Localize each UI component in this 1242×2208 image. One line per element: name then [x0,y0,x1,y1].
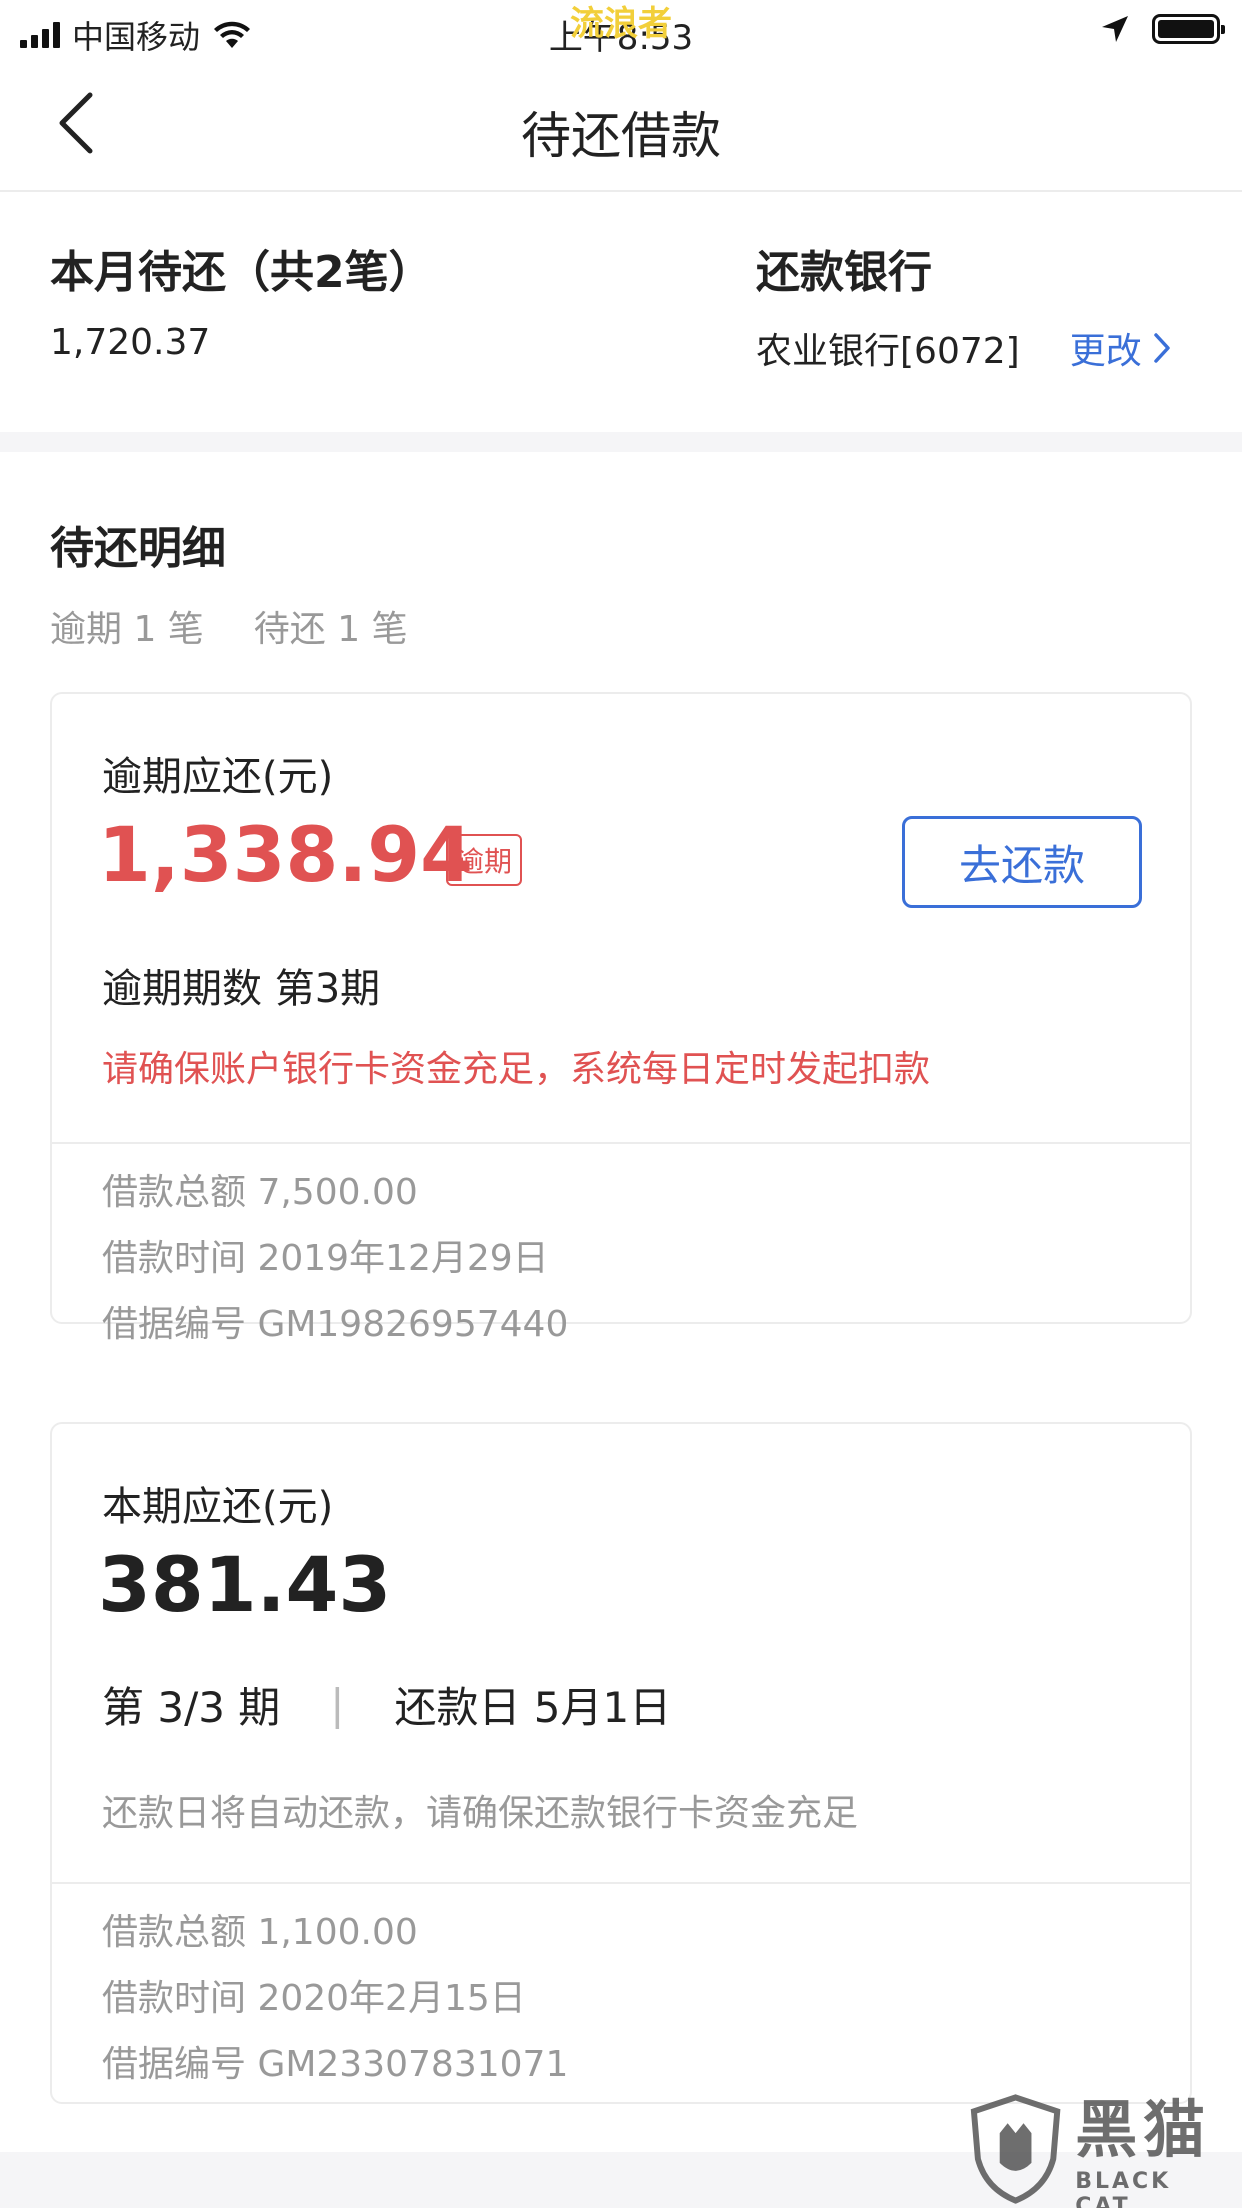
period-row: 第 3/3 期 | 还款日 5月1日 [102,1674,671,1735]
overdue-loan-card: 逾期应还(元) 1,338.94 逾期 去还款 逾期期数 第3期 请确保账户银行… [50,692,1192,1345]
loan-number: 借据编号 GM19826957440 [102,1304,569,1345]
status-right [1100,14,1225,44]
change-bank-label: 更改 [1069,331,1142,372]
month-due-amount: 1,720.37 [50,322,211,363]
repay-button[interactable]: 去还款 [902,816,1142,908]
watermark-text: 流浪者 [570,4,672,44]
bank-label: 还款银行 [756,247,932,298]
overdue-amount: 1,338.94 [98,810,474,899]
cat-shield-icon [970,2094,1061,2204]
loan-time: 借款时间 2020年2月15日 [102,1978,526,2019]
change-bank-link[interactable]: 更改 [1070,322,1172,374]
summary-section: 本月待还（共2笔） 1,720.37 还款银行 农业银行[6072] 更改 [0,192,1242,432]
page-title: 待还借款 [521,107,721,165]
month-due-label: 本月待还（共2笔） [50,247,433,298]
overdue-badge: 逾期 [446,834,523,886]
status-bar: 中国移动 上午8:53 流浪者 [0,0,1242,60]
overdue-amount-label: 逾期应还(元) [102,754,334,800]
loan-total: 借款总额 1,100.00 [102,1912,418,1953]
overdue-loan-info: 借款总额 7,500.00 借款时间 2019年12月29日 借据编号 GM19… [102,1160,568,1358]
detail-section: 待还明细 逾期 1 笔 待还 1 笔 逾期应还(元) 1,338.94 逾期 去… [0,452,1242,2152]
bank-block: 还款银行 农业银行[6072] 更改 [756,236,1172,374]
nav-bar: 待还借款 [0,60,1242,192]
card-divider [52,1142,1190,1144]
period-number: 第 3/3 期 [102,1683,281,1732]
period-separator: | [330,1680,345,1729]
month-due-block: 本月待还（共2笔） 1,720.37 [50,236,433,363]
detail-counts: 逾期 1 笔 待还 1 笔 [50,600,408,652]
loan-time: 借款时间 2019年12月29日 [102,1238,549,1279]
pending-count: 待还 1 笔 [253,609,408,650]
current-loan-info: 借款总额 1,100.00 借款时间 2020年2月15日 借据编号 GM233… [102,1900,568,2098]
bank-value: 农业银行[6072] [756,331,1020,372]
blackcat-logo: 黑猫 BLACK CAT [966,2090,1236,2208]
battery-icon [1152,14,1225,44]
loan-number: 借据编号 GM23307831071 [102,2044,569,2085]
location-arrow-icon [1102,16,1128,42]
current-loan-card: 本期应还(元) 381.43 第 3/3 期 | 还款日 5月1日 还款日将自动… [50,1422,1192,2104]
overdue-periods: 逾期期数 第3期 [102,966,381,1012]
current-amount: 381.43 [98,1540,392,1629]
logo-text: 黑猫 [1075,2093,1212,2166]
overdue-count: 逾期 1 笔 [50,609,204,650]
chevron-right-icon [1153,333,1170,363]
due-date: 还款日 5月1日 [394,1683,672,1732]
detail-title: 待还明细 [50,523,226,574]
logo-subtext: BLACK CAT [1075,2169,1172,2208]
loan-total: 借款总额 7,500.00 [102,1172,418,1213]
card-divider [52,1882,1190,1884]
overdue-warning: 请确保账户银行卡资金充足，系统每日定时发起扣款 [102,1049,931,1090]
current-amount-label: 本期应还(元) [102,1484,334,1530]
auto-repay-hint: 还款日将自动还款，请确保还款银行卡资金充足 [102,1793,859,1834]
